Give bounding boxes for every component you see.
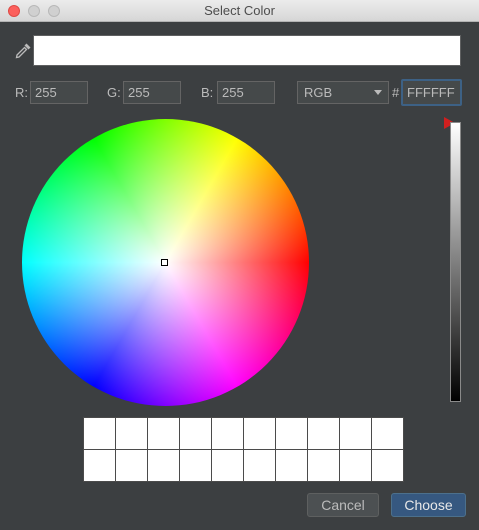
recent-color-swatch[interactable]: [212, 450, 243, 481]
recent-color-swatch[interactable]: [84, 450, 115, 481]
recent-color-swatch[interactable]: [84, 418, 115, 449]
recent-color-swatch[interactable]: [116, 450, 147, 481]
recent-color-swatch[interactable]: [180, 450, 211, 481]
blue-input[interactable]: 255: [217, 81, 275, 104]
recent-color-swatch[interactable]: [244, 450, 275, 481]
recent-color-swatch[interactable]: [212, 418, 243, 449]
recent-color-swatch[interactable]: [180, 418, 211, 449]
brightness-slider[interactable]: [450, 122, 461, 402]
color-mode-select[interactable]: RGB: [297, 81, 389, 104]
r-label: R:: [15, 85, 28, 100]
eyedropper-icon[interactable]: [14, 42, 32, 60]
recent-color-swatch[interactable]: [116, 418, 147, 449]
recent-color-swatch[interactable]: [308, 450, 339, 481]
color-preview: [33, 35, 461, 66]
recent-color-swatch[interactable]: [276, 450, 307, 481]
chevron-down-icon: [374, 90, 382, 95]
window-title: Select Color: [204, 3, 275, 18]
red-input[interactable]: 255: [30, 81, 88, 104]
recent-color-swatch[interactable]: [372, 418, 403, 449]
recent-color-swatch[interactable]: [276, 418, 307, 449]
hex-input[interactable]: FFFFFF: [401, 79, 462, 106]
b-label: B:: [201, 85, 214, 100]
recent-color-swatch[interactable]: [340, 418, 371, 449]
recent-color-swatch[interactable]: [148, 418, 179, 449]
g-label: G:: [107, 85, 121, 100]
recent-color-swatch[interactable]: [148, 450, 179, 481]
color-mode-value: RGB: [304, 85, 333, 100]
recent-color-swatch[interactable]: [340, 450, 371, 481]
cancel-button[interactable]: Cancel: [307, 493, 379, 517]
recent-colors-grid: [83, 417, 404, 482]
title-bar: Select Color: [0, 0, 479, 22]
hex-label: #: [392, 85, 400, 100]
recent-color-swatch[interactable]: [244, 418, 275, 449]
recent-color-swatch[interactable]: [308, 418, 339, 449]
choose-button[interactable]: Choose: [391, 493, 466, 517]
recent-color-swatch[interactable]: [372, 450, 403, 481]
green-input[interactable]: 255: [123, 81, 181, 104]
color-wheel-cursor[interactable]: [161, 259, 168, 266]
